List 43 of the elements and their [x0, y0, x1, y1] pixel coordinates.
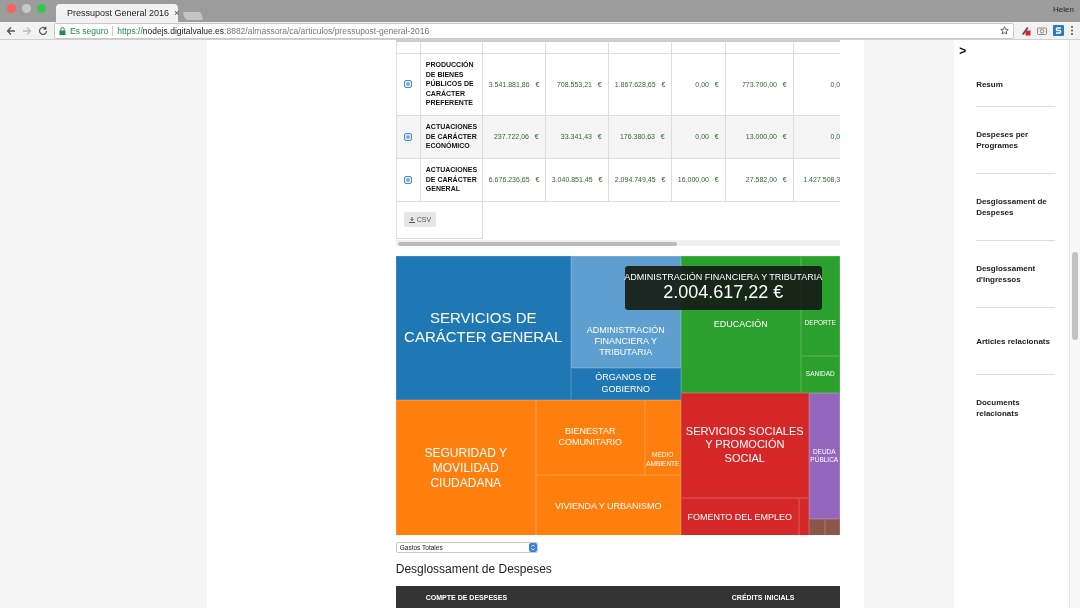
tile-label: EDUCACIÓN: [712, 318, 769, 330]
tile-label: ÓRGANOS DE GOBIERNO: [594, 372, 658, 395]
camera-icon[interactable]: [1037, 26, 1047, 35]
sidebar-link[interactable]: Despeses per Programes: [976, 129, 1055, 151]
sidebar-link[interactable]: Documents relacionats: [976, 397, 1055, 419]
treemap-tile[interactable]: [798, 497, 809, 536]
tile-label: SERVICIOS DE CARÁCTER GENERAL: [403, 308, 564, 347]
back-icon[interactable]: [6, 25, 16, 36]
expand-icon[interactable]: [404, 175, 413, 184]
sidebar-link[interactable]: Resum: [976, 78, 1003, 90]
profile-name[interactable]: Helen: [1053, 5, 1074, 14]
treemap-tile[interactable]: FOMENTO DEL EMPLEO: [680, 497, 799, 536]
url-text: https://nodejs.digitalvalue.es:8882/almassora/ca/articulos/pressupost-general-2016: [117, 25, 430, 36]
expand-icon[interactable]: [404, 132, 413, 141]
address-bar[interactable]: Es seguro https://nodejs.digitalvalue.es:8882/almassora/ca/articulos/pressupost-general-2016: [54, 22, 1014, 39]
security-label: Es seguro: [70, 25, 109, 36]
tile-label: ADMINISTRACIÓN FINANCIERA Y TRIBUTARIA: [585, 324, 666, 359]
tile-label: SERVICIOS SOCIALES Y PROMOCIÓN SOCIAL: [684, 424, 805, 466]
sidebar-link[interactable]: Desglossament de Despeses: [976, 196, 1055, 218]
treemap-tile[interactable]: SERVICIOS SOCIALES Y PROMOCIÓN SOCIAL: [680, 392, 809, 498]
section-heading: Desglossament de Despeses: [395, 562, 553, 577]
menu-icon[interactable]: [1070, 25, 1074, 36]
tile-label: BIENESTAR COMUNITARIO: [557, 425, 623, 449]
sidebar-toggle[interactable]: >: [959, 44, 1069, 62]
extension-icon[interactable]: [1053, 25, 1064, 36]
lock-icon: [59, 26, 66, 35]
browser-tab[interactable]: Pressupost General 2016 ×: [56, 4, 178, 22]
tile-label: FOMENTO DEL EMPLEO: [686, 512, 794, 524]
tile-label: SEGURIDAD Y MOVILIDAD CIUDADANA: [423, 446, 508, 492]
sidebar-link[interactable]: Desglossament d'Ingressos: [976, 263, 1055, 285]
expand-icon[interactable]: [404, 80, 413, 89]
sidebar-link[interactable]: Articles relacionats: [976, 335, 1050, 347]
scrollbar-thumb[interactable]: [397, 241, 677, 246]
tile-label: VIVIENDA Y URBANISMO: [553, 500, 663, 512]
dropdown-arrows-icon: [528, 543, 537, 553]
download-icon: [408, 216, 415, 223]
treemap-tile[interactable]: ÓRGANOS DE GOBIERNO: [570, 367, 681, 400]
treemap-tile[interactable]: SERVICIOS DE CARÁCTER GENERAL: [395, 255, 571, 400]
extension-icon[interactable]: [1020, 25, 1031, 36]
bookmark-star-icon[interactable]: [1000, 26, 1009, 35]
scrollbar-thumb[interactable]: [1072, 252, 1078, 340]
reload-icon[interactable]: [38, 25, 48, 36]
close-tab-icon[interactable]: ×: [174, 8, 180, 18]
